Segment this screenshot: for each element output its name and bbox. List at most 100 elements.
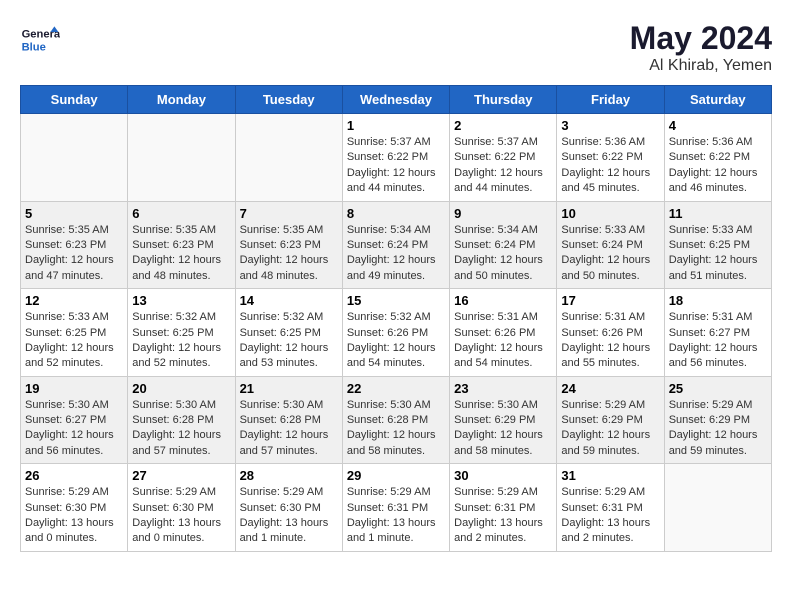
day-info: Sunrise: 5:35 AMSunset: 6:23 PMDaylight:… <box>132 223 230 285</box>
day-cell-12: 12 Sunrise: 5:33 AMSunset: 6:25 PMDayligh… <box>21 289 128 377</box>
day-cell-8: 8 Sunrise: 5:34 AMSunset: 6:24 PMDaylight… <box>342 201 449 289</box>
day-info: Sunrise: 5:29 AMSunset: 6:30 PMDaylight:… <box>132 485 230 547</box>
day-info: Sunrise: 5:30 AMSunset: 6:27 PMDaylight:… <box>25 398 123 460</box>
day-number: 29 <box>347 468 445 483</box>
day-cell-5: 5 Sunrise: 5:35 AMSunset: 6:23 PMDaylight… <box>21 201 128 289</box>
empty-cell <box>235 114 342 202</box>
weekday-header-saturday: Saturday <box>664 86 771 114</box>
day-number: 17 <box>561 293 659 308</box>
logo-icon: General Blue <box>20 20 60 60</box>
day-cell-11: 11 Sunrise: 5:33 AMSunset: 6:25 PMDayligh… <box>664 201 771 289</box>
day-info: Sunrise: 5:29 AMSunset: 6:29 PMDaylight:… <box>669 398 767 460</box>
svg-text:Blue: Blue <box>22 41 46 53</box>
day-number: 21 <box>240 381 338 396</box>
day-number: 23 <box>454 381 552 396</box>
day-cell-16: 16Sunrise: 5:31 AMSunset: 6:26 PMDayligh… <box>450 289 557 377</box>
day-cell-28: 28 Sunrise: 5:29 AMSunset: 6:30 PMDayligh… <box>235 464 342 552</box>
day-info: Sunrise: 5:30 AMSunset: 6:28 PMDaylight:… <box>347 398 445 460</box>
day-cell-14: 14Sunrise: 5:32 AMSunset: 6:25 PMDayligh… <box>235 289 342 377</box>
day-info: Sunrise: 5:36 AMSunset: 6:22 PMDaylight:… <box>669 135 767 197</box>
day-number: 8 <box>347 206 445 221</box>
day-number: 13 <box>132 293 230 308</box>
day-info: Sunrise: 5:30 AMSunset: 6:28 PMDaylight:… <box>132 398 230 460</box>
day-number: 7 <box>240 206 338 221</box>
week-row-5: 26 Sunrise: 5:29 AMSunset: 6:30 PMDayligh… <box>21 464 772 552</box>
day-info: Sunrise: 5:34 AMSunset: 6:24 PMDaylight:… <box>347 223 445 285</box>
day-number: 30 <box>454 468 552 483</box>
day-info: Sunrise: 5:33 AMSunset: 6:25 PMDaylight:… <box>25 310 123 372</box>
day-number: 25 <box>669 381 767 396</box>
day-info: Sunrise: 5:35 AMSunset: 6:23 PMDaylight:… <box>25 223 123 285</box>
day-number: 28 <box>240 468 338 483</box>
day-number: 9 <box>454 206 552 221</box>
day-number: 11 <box>669 206 767 221</box>
day-info: Sunrise: 5:33 AMSunset: 6:25 PMDaylight:… <box>669 223 767 285</box>
weekday-header-friday: Friday <box>557 86 664 114</box>
day-info: Sunrise: 5:37 AMSunset: 6:22 PMDaylight:… <box>454 135 552 197</box>
day-number: 6 <box>132 206 230 221</box>
day-info: Sunrise: 5:37 AMSunset: 6:22 PMDaylight:… <box>347 135 445 197</box>
day-number: 4 <box>669 118 767 133</box>
day-number: 3 <box>561 118 659 133</box>
day-number: 15 <box>347 293 445 308</box>
day-cell-24: 24 Sunrise: 5:29 AMSunset: 6:29 PMDayligh… <box>557 376 664 464</box>
day-info: Sunrise: 5:33 AMSunset: 6:24 PMDaylight:… <box>561 223 659 285</box>
day-cell-18: 18 Sunrise: 5:31 AMSunset: 6:27 PMDayligh… <box>664 289 771 377</box>
weekday-header-wednesday: Wednesday <box>342 86 449 114</box>
day-cell-30: 30Sunrise: 5:29 AMSunset: 6:31 PMDayligh… <box>450 464 557 552</box>
page-header: General Blue May 2024 Al Khirab, Yemen <box>20 20 772 75</box>
day-number: 12 <box>25 293 123 308</box>
empty-cell <box>664 464 771 552</box>
day-number: 20 <box>132 381 230 396</box>
day-number: 27 <box>132 468 230 483</box>
day-number: 1 <box>347 118 445 133</box>
day-info: Sunrise: 5:31 AMSunset: 6:26 PMDaylight:… <box>454 310 552 372</box>
day-cell-21: 21 Sunrise: 5:30 AMSunset: 6:28 PMDayligh… <box>235 376 342 464</box>
day-cell-17: 17Sunrise: 5:31 AMSunset: 6:26 PMDayligh… <box>557 289 664 377</box>
day-cell-22: 22 Sunrise: 5:30 AMSunset: 6:28 PMDayligh… <box>342 376 449 464</box>
day-cell-31: 31 Sunrise: 5:29 AMSunset: 6:31 PMDayligh… <box>557 464 664 552</box>
day-info: Sunrise: 5:31 AMSunset: 6:27 PMDaylight:… <box>669 310 767 372</box>
day-cell-20: 20 Sunrise: 5:30 AMSunset: 6:28 PMDayligh… <box>128 376 235 464</box>
day-number: 2 <box>454 118 552 133</box>
day-info: Sunrise: 5:32 AMSunset: 6:25 PMDaylight:… <box>132 310 230 372</box>
day-info: Sunrise: 5:29 AMSunset: 6:30 PMDaylight:… <box>25 485 123 547</box>
day-cell-15: 15 Sunrise: 5:32 AMSunset: 6:26 PMDayligh… <box>342 289 449 377</box>
day-cell-25: 25 Sunrise: 5:29 AMSunset: 6:29 PMDayligh… <box>664 376 771 464</box>
week-row-3: 12 Sunrise: 5:33 AMSunset: 6:25 PMDayligh… <box>21 289 772 377</box>
day-number: 31 <box>561 468 659 483</box>
day-number: 26 <box>25 468 123 483</box>
day-info: Sunrise: 5:29 AMSunset: 6:30 PMDaylight:… <box>240 485 338 547</box>
weekday-header-row: SundayMondayTuesdayWednesdayThursdayFrid… <box>21 86 772 114</box>
day-number: 18 <box>669 293 767 308</box>
weekday-header-tuesday: Tuesday <box>235 86 342 114</box>
weekday-header-monday: Monday <box>128 86 235 114</box>
day-info: Sunrise: 5:32 AMSunset: 6:26 PMDaylight:… <box>347 310 445 372</box>
day-number: 19 <box>25 381 123 396</box>
day-cell-19: 19 Sunrise: 5:30 AMSunset: 6:27 PMDayligh… <box>21 376 128 464</box>
day-number: 24 <box>561 381 659 396</box>
week-row-1: 1 Sunrise: 5:37 AMSunset: 6:22 PMDaylight… <box>21 114 772 202</box>
day-cell-29: 29 Sunrise: 5:29 AMSunset: 6:31 PMDayligh… <box>342 464 449 552</box>
day-cell-7: 7Sunrise: 5:35 AMSunset: 6:23 PMDaylight… <box>235 201 342 289</box>
day-info: Sunrise: 5:30 AMSunset: 6:29 PMDaylight:… <box>454 398 552 460</box>
day-cell-13: 13 Sunrise: 5:32 AMSunset: 6:25 PMDayligh… <box>128 289 235 377</box>
day-number: 5 <box>25 206 123 221</box>
day-cell-2: 2 Sunrise: 5:37 AMSunset: 6:22 PMDaylight… <box>450 114 557 202</box>
day-number: 10 <box>561 206 659 221</box>
day-info: Sunrise: 5:29 AMSunset: 6:31 PMDaylight:… <box>561 485 659 547</box>
day-number: 22 <box>347 381 445 396</box>
day-cell-23: 23 Sunrise: 5:30 AMSunset: 6:29 PMDayligh… <box>450 376 557 464</box>
day-info: Sunrise: 5:34 AMSunset: 6:24 PMDaylight:… <box>454 223 552 285</box>
week-row-2: 5 Sunrise: 5:35 AMSunset: 6:23 PMDaylight… <box>21 201 772 289</box>
day-cell-9: 9 Sunrise: 5:34 AMSunset: 6:24 PMDaylight… <box>450 201 557 289</box>
weekday-header-sunday: Sunday <box>21 86 128 114</box>
calendar-table: SundayMondayTuesdayWednesdayThursdayFrid… <box>20 85 772 552</box>
day-info: Sunrise: 5:29 AMSunset: 6:29 PMDaylight:… <box>561 398 659 460</box>
logo: General Blue <box>20 20 60 60</box>
empty-cell <box>21 114 128 202</box>
weekday-header-thursday: Thursday <box>450 86 557 114</box>
day-info: Sunrise: 5:30 AMSunset: 6:28 PMDaylight:… <box>240 398 338 460</box>
day-info: Sunrise: 5:36 AMSunset: 6:22 PMDaylight:… <box>561 135 659 197</box>
day-info: Sunrise: 5:29 AMSunset: 6:31 PMDaylight:… <box>347 485 445 547</box>
